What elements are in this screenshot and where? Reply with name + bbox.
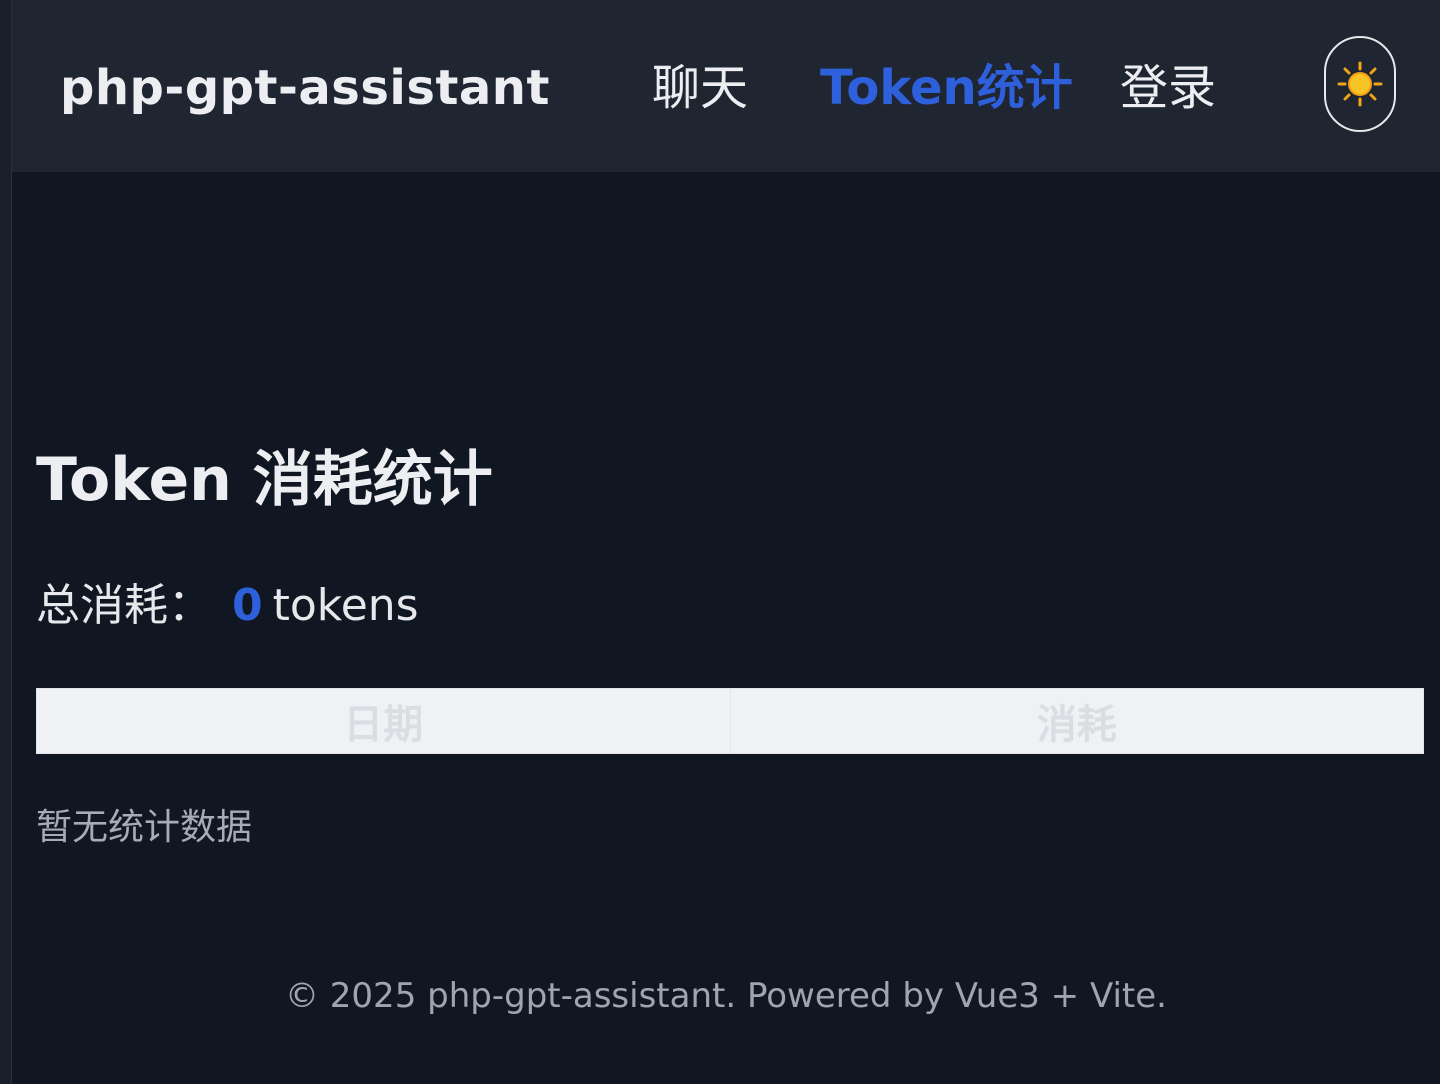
total-label: 总消耗： (36, 580, 212, 631)
footer-text: © 2025 php-gpt-assistant. Powered by Vue… (284, 976, 1167, 1016)
page-title: Token 消耗统计 (36, 445, 493, 515)
total-value: 0 (232, 580, 263, 631)
theme-toggle-button[interactable] (1324, 36, 1396, 132)
window-left-edge (0, 0, 12, 1084)
total-consumption: 总消耗： 0 tokens (36, 576, 419, 636)
column-header-date: 日期 (36, 688, 731, 754)
brand-title[interactable]: php-gpt-assistant (60, 56, 550, 120)
stats-table: 日期 消耗 (36, 688, 1424, 754)
nav-token-stats[interactable]: Token统计 (820, 56, 1073, 120)
column-header-consumption: 消耗 (729, 688, 1424, 754)
empty-state-message: 暂无统计数据 (36, 807, 253, 848)
nav-chat[interactable]: 聊天 (652, 56, 748, 120)
top-navbar: php-gpt-assistant 聊天 Token统计 登录 (12, 0, 1440, 172)
table-header-row: 日期 消耗 (36, 688, 1424, 754)
sun-icon (1337, 61, 1383, 107)
main-content: Token 消耗统计 总消耗： 0 tokens 日期 消耗 暂无统计数据 © 20… (12, 172, 1440, 1084)
nav-login[interactable]: 登录 (1120, 56, 1216, 120)
total-unit: tokens (272, 580, 419, 631)
